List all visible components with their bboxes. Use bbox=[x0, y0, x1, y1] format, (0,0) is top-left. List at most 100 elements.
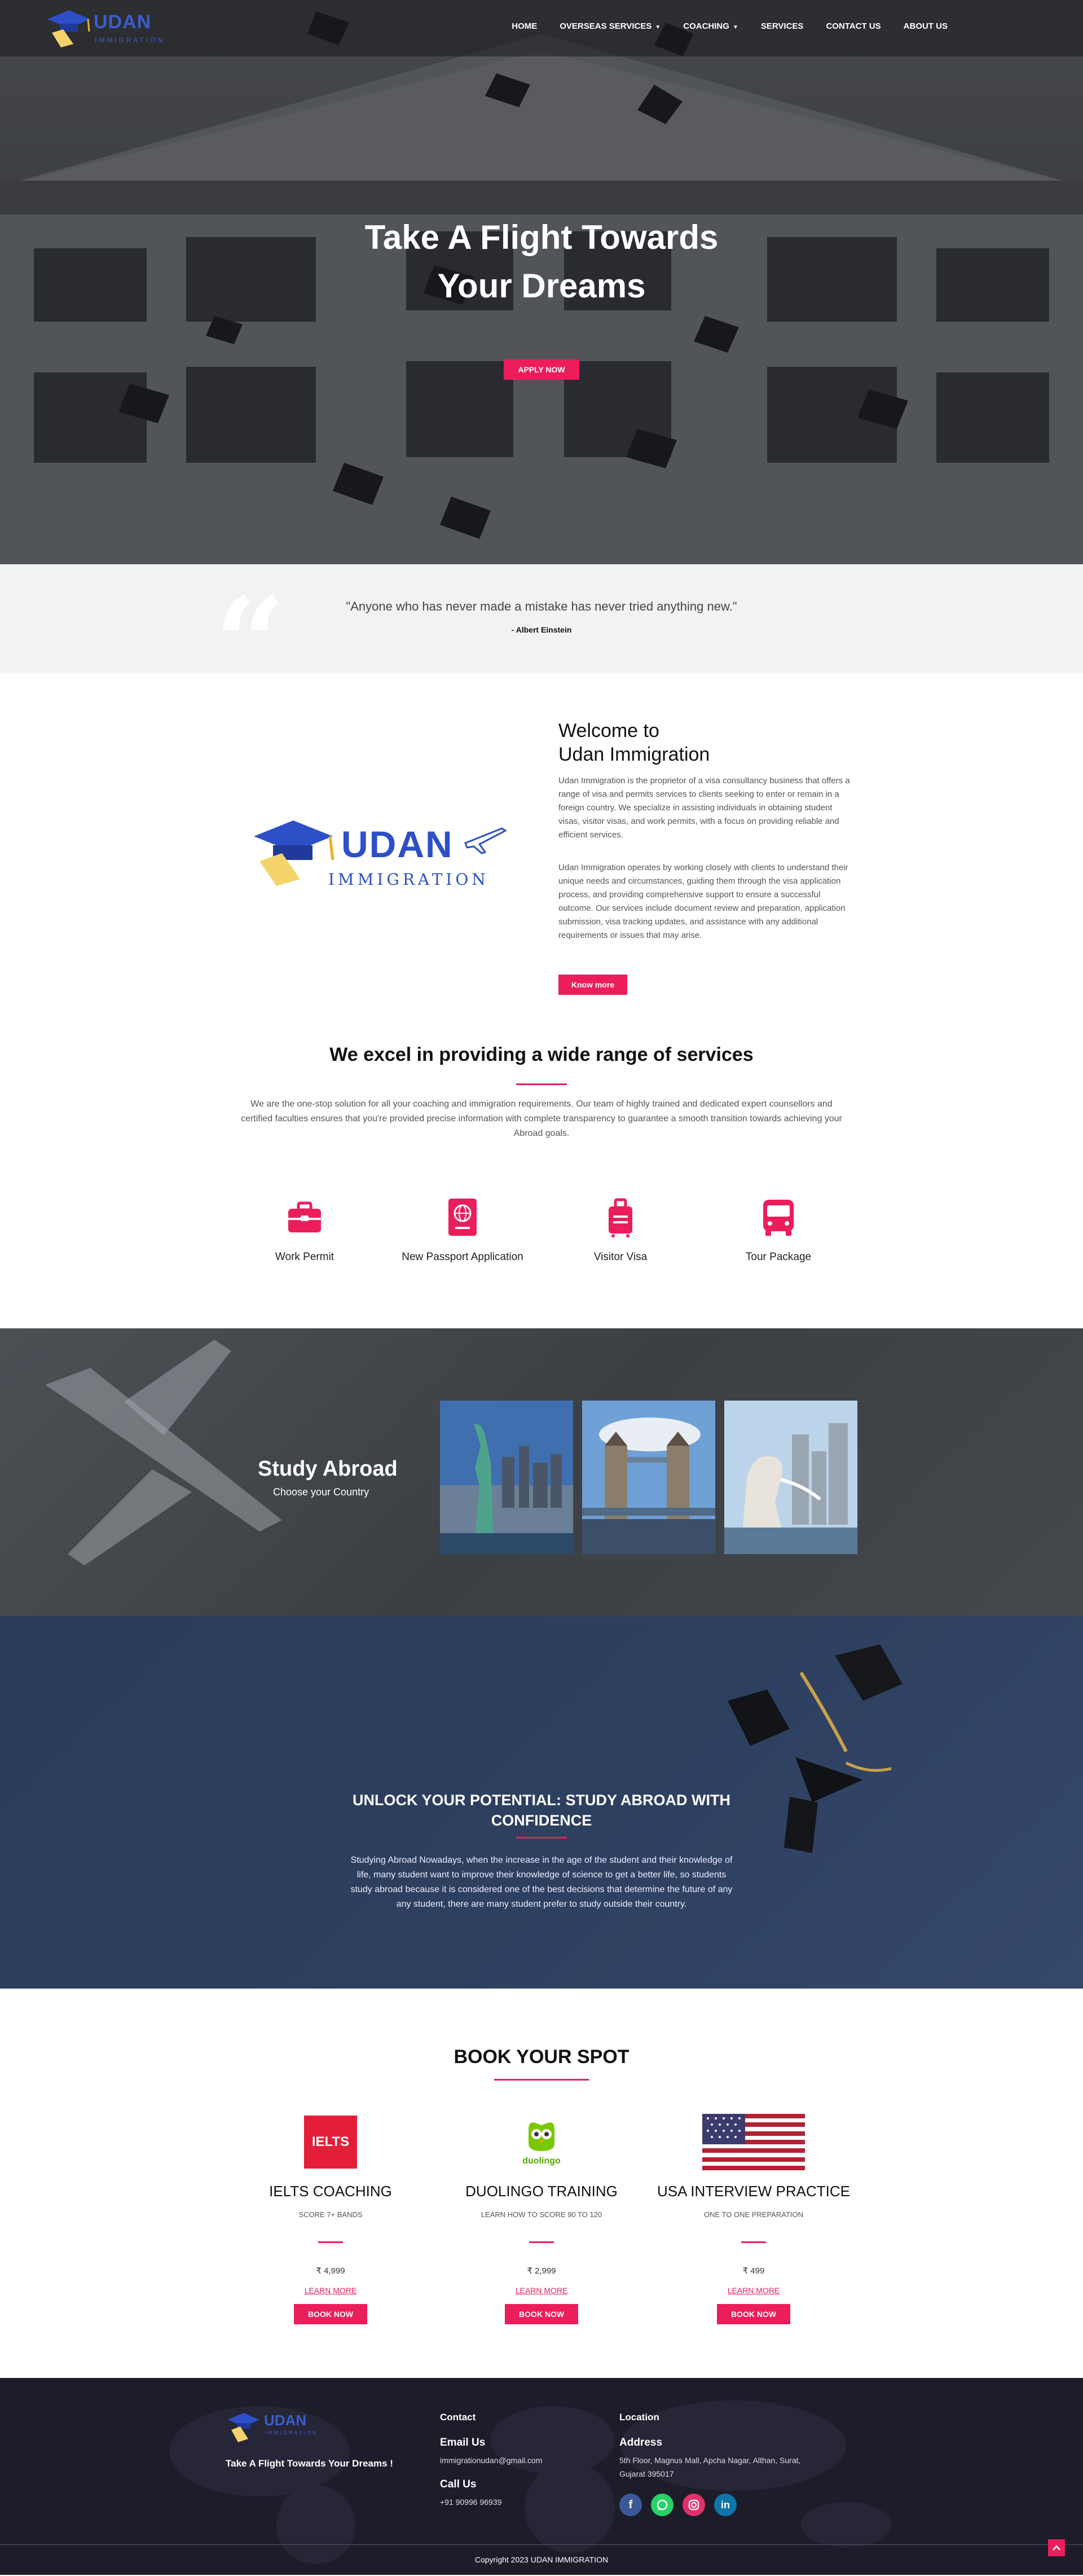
duolingo-card: duolingo DUOLINGO TRAINING LEARN HOW TO … bbox=[434, 2114, 649, 2324]
quote-section: “ "Anyone who has never made a mistake h… bbox=[0, 564, 1083, 705]
know-more-button[interactable]: Know more bbox=[558, 975, 627, 995]
footer-logo-brand: UDAN bbox=[264, 2412, 307, 2429]
graduation-cap-logo-icon bbox=[228, 2413, 259, 2442]
country-singapore-card[interactable] bbox=[724, 1401, 857, 1554]
facebook-icon[interactable]: f bbox=[619, 2494, 642, 2516]
nav-services[interactable]: SERVICES bbox=[761, 21, 804, 31]
country-uk-card[interactable] bbox=[582, 1401, 715, 1554]
site-logo[interactable]: UDAN IMMIGRATION bbox=[44, 7, 174, 50]
study-abroad-section: Study Abroad Choose your Country bbox=[0, 1328, 1083, 1616]
footer-email-label: Email Us bbox=[440, 2437, 486, 2448]
card-title: DUOLINGO TRAINING bbox=[465, 2183, 618, 2200]
duolingo-owl-icon bbox=[529, 2122, 554, 2151]
hero-section: UDAN IMMIGRATION HOME OVERSEAS SERVICES ▼… bbox=[0, 0, 1083, 564]
nav-coaching-label: COACHING bbox=[683, 21, 729, 31]
hero-title-line1: Take A Flight Towards bbox=[364, 218, 719, 256]
scroll-to-top-button[interactable] bbox=[1048, 2539, 1065, 2556]
nav-about-us[interactable]: ABOUT US bbox=[904, 21, 948, 31]
card-subtitle: SCORE 7+ BANDS bbox=[298, 2210, 363, 2219]
logo-brand-text: UDAN bbox=[94, 11, 152, 33]
welcome-heading: Welcome to Udan Immigration bbox=[558, 719, 710, 766]
service-label: Visitor Visa bbox=[593, 1251, 648, 1263]
usa-interview-card: USA INTERVIEW PRACTICE ONE TO ONE PREPAR… bbox=[646, 2114, 861, 2324]
chevron-up-icon bbox=[1053, 2545, 1060, 2551]
book-now-button[interactable]: BOOK NOW bbox=[294, 2304, 367, 2324]
footer-tagline: Take A Flight Towards Your Dreams ! bbox=[226, 2458, 393, 2469]
card-subtitle: ONE TO ONE PREPARATION bbox=[703, 2210, 803, 2219]
duolingo-logo-text: duolingo bbox=[522, 2156, 561, 2166]
footer-location-heading: Location bbox=[619, 2412, 659, 2423]
linkedin-icon[interactable]: in bbox=[714, 2494, 737, 2516]
footer-address-line1: 5th Floor, Magnus Mall, Apcha Nagar, Alt… bbox=[619, 2456, 801, 2465]
study-abroad-subtitle: Choose your Country bbox=[273, 1486, 369, 1498]
learn-more-link[interactable]: LEARN MORE bbox=[305, 2286, 357, 2295]
card-subtitle: LEARN HOW TO SCORE 90 TO 120 bbox=[481, 2210, 602, 2219]
learn-more-link[interactable]: LEARN MORE bbox=[728, 2286, 780, 2295]
book-now-button[interactable]: BOOK NOW bbox=[717, 2304, 790, 2324]
nav-contact-label: CONTACT US bbox=[826, 21, 881, 31]
footer-divider bbox=[0, 2544, 1083, 2545]
footer-email[interactable]: immigrationudan@gmail.com bbox=[440, 2454, 543, 2467]
welcome-paragraph-1: Udan Immigration is the proprietor of a … bbox=[558, 776, 850, 840]
services-divider bbox=[516, 1083, 567, 1085]
nav-contact-us[interactable]: CONTACT US bbox=[826, 21, 881, 31]
country-usa-card[interactable] bbox=[440, 1401, 573, 1554]
ielts-card: IELTS IELTS COACHING SCORE 7+ BANDS ₹ 4,… bbox=[223, 2114, 438, 2324]
footer-logo-tagline: IMMIGRATION bbox=[265, 2430, 318, 2435]
learn-more-link[interactable]: LEARN MORE bbox=[516, 2286, 568, 2295]
unlock-paragraph: Studying Abroad Nowadays, when the incre… bbox=[350, 1855, 733, 1909]
quote-text: "Anyone who has never made a mistake has… bbox=[346, 599, 737, 613]
footer-logo[interactable]: UDAN IMMIGRATION bbox=[226, 2410, 327, 2443]
chevron-down-icon: ▼ bbox=[655, 24, 661, 30]
welcome-heading-line2: Udan Immigration bbox=[558, 744, 710, 765]
whatsapp-icon[interactable] bbox=[651, 2494, 673, 2516]
usa-flag-logo bbox=[646, 2114, 861, 2170]
services-heading: We excel in providing a wide range of se… bbox=[329, 1044, 754, 1065]
bus-icon bbox=[763, 1200, 794, 1236]
briefcase-icon bbox=[288, 1201, 321, 1232]
quote-author: - Albert Einstein bbox=[511, 625, 572, 634]
statue-of-liberty-image bbox=[440, 1401, 573, 1554]
apply-now-button[interactable]: APPLY NOW bbox=[504, 359, 579, 380]
nav-about-label: ABOUT US bbox=[903, 21, 948, 31]
nav-services-label: SERVICES bbox=[760, 21, 804, 31]
book-now-button[interactable]: BOOK NOW bbox=[505, 2304, 578, 2324]
ielts-logo: IELTS bbox=[223, 2114, 438, 2170]
footer-call-label: Call Us bbox=[440, 2478, 477, 2490]
card-divider bbox=[529, 2241, 554, 2243]
site-header: UDAN IMMIGRATION HOME OVERSEAS SERVICES ▼… bbox=[0, 0, 1083, 56]
services-section: We excel in providing a wide range of se… bbox=[0, 1006, 1083, 1328]
facebook-glyph: f bbox=[628, 2498, 633, 2511]
nav-home[interactable]: HOME bbox=[512, 21, 537, 31]
service-label: New Passport Application bbox=[402, 1251, 523, 1263]
service-visitor-visa[interactable]: Visitor Visa bbox=[558, 1196, 683, 1263]
logo-tagline-text: IMMIGRATION bbox=[95, 36, 165, 44]
book-divider bbox=[494, 2079, 589, 2081]
whatsapp-glyph bbox=[657, 2499, 668, 2511]
world-map-background bbox=[169, 2401, 891, 2564]
ielts-logo-text: IELTS bbox=[304, 2116, 357, 2169]
udan-immigration-logo: UDAN IMMIGRATION bbox=[248, 814, 508, 893]
hero-title-line2: Your Dreams bbox=[437, 267, 646, 305]
nav-home-label: HOME bbox=[512, 21, 538, 31]
service-tour-package[interactable]: Tour Package bbox=[716, 1196, 840, 1263]
footer-copyright: Copyright 2023 UDAN IMMIGRATION bbox=[474, 2555, 609, 2564]
service-new-passport[interactable]: New Passport Application bbox=[400, 1196, 525, 1263]
graduation-cap-logo-icon bbox=[47, 10, 90, 47]
instagram-icon[interactable] bbox=[683, 2494, 705, 2516]
book-heading: BOOK YOUR SPOT bbox=[454, 2046, 629, 2068]
footer-address-line2: Gujarat 395017 bbox=[619, 2469, 674, 2478]
card-price: ₹ 2,999 bbox=[527, 2266, 556, 2276]
study-abroad-title: Study Abroad bbox=[258, 1457, 398, 1481]
service-label: Work Permit bbox=[275, 1251, 334, 1263]
passport-icon bbox=[448, 1199, 477, 1236]
nav-coaching[interactable]: COACHING ▼ bbox=[683, 21, 738, 31]
service-label: Tour Package bbox=[745, 1251, 812, 1263]
welcome-paragraph-2: Udan Immigration operates by working clo… bbox=[558, 863, 848, 940]
footer-phone[interactable]: +91 90996 96939 bbox=[440, 2495, 501, 2509]
duolingo-logo: duolingo bbox=[434, 2114, 649, 2170]
unlock-potential-section: UNLOCK YOUR POTENTIAL: STUDY ABROAD WITH… bbox=[0, 1616, 1083, 1989]
nav-overseas-services[interactable]: OVERSEAS SERVICES ▼ bbox=[560, 21, 661, 31]
card-title: IELTS COACHING bbox=[269, 2183, 392, 2200]
service-work-permit[interactable]: Work Permit bbox=[243, 1196, 367, 1263]
